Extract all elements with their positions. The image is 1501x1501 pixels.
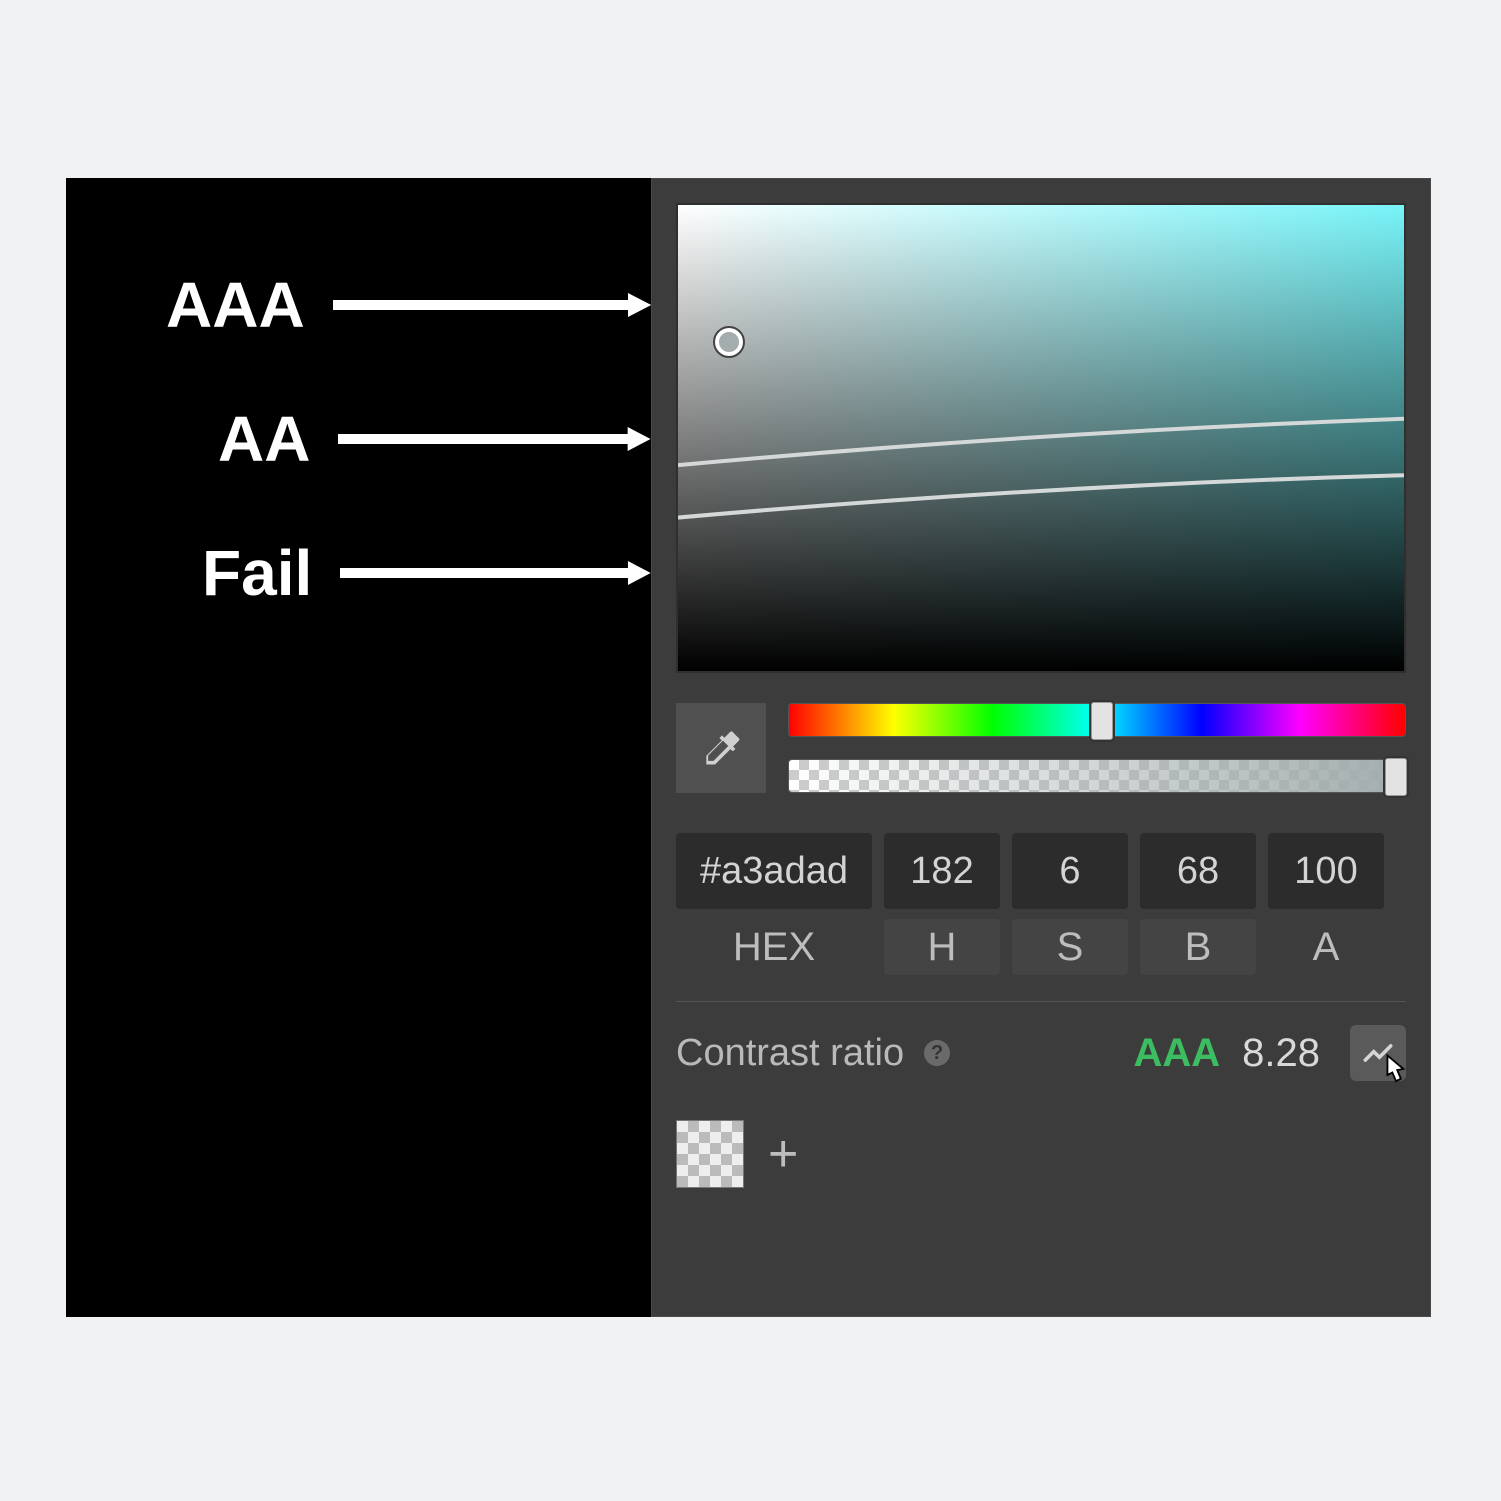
hue-field[interactable]: 182 — [884, 833, 1000, 909]
arrow-right-icon — [340, 558, 651, 588]
hue-slider-thumb[interactable] — [1089, 700, 1115, 742]
b-label[interactable]: B — [1140, 919, 1256, 975]
saturation-field[interactable]: 6 — [1012, 833, 1128, 909]
toggle-contrast-lines-button[interactable] — [1350, 1025, 1406, 1081]
add-swatch-button[interactable]: + — [768, 1124, 798, 1184]
alpha-slider-thumb[interactable] — [1383, 756, 1409, 798]
devtools-region: AAA AA Fail — [66, 178, 1431, 1317]
contrast-ratio-value: 8.28 — [1242, 1031, 1320, 1076]
value-fields: #a3adad 182 6 68 100 — [676, 833, 1406, 909]
swatch-row: + — [676, 1120, 1406, 1188]
contrast-ratio-label: Contrast ratio — [676, 1032, 904, 1075]
color-picker-panel: #a3adad 182 6 68 100 HEX H S B A Contras… — [651, 178, 1431, 1317]
slider-stack — [788, 703, 1406, 793]
annotation-aaa: AAA — [166, 268, 651, 342]
h-label[interactable]: H — [884, 919, 1000, 975]
a-label[interactable]: A — [1268, 919, 1384, 975]
hex-field[interactable]: #a3adad — [676, 833, 872, 909]
hue-slider[interactable] — [788, 703, 1406, 737]
arrow-right-icon — [338, 424, 651, 454]
picker-controls — [676, 703, 1406, 793]
brightness-field[interactable]: 68 — [1140, 833, 1256, 909]
empty-swatch[interactable] — [676, 1120, 744, 1188]
annotations: AAA AA Fail — [66, 178, 651, 1317]
annotation-aa: AA — [166, 402, 651, 476]
contrast-lines-icon — [1361, 1036, 1395, 1070]
s-label[interactable]: S — [1012, 919, 1128, 975]
hex-label[interactable]: HEX — [676, 919, 872, 975]
spectrum-dark-layer — [678, 205, 1404, 671]
eyedropper-icon — [699, 726, 743, 770]
contrast-rating-badge: AAA — [1133, 1031, 1220, 1076]
alpha-slider[interactable] — [788, 759, 1406, 793]
value-field-labels: HEX H S B A — [676, 919, 1406, 975]
annotation-fail-label: Fail — [202, 536, 312, 610]
arrow-right-icon — [333, 290, 651, 320]
divider — [676, 1001, 1406, 1002]
alpha-field[interactable]: 100 — [1268, 833, 1384, 909]
color-spectrum[interactable] — [676, 203, 1406, 673]
contrast-ratio-row: Contrast ratio ? AAA 8.28 — [676, 1024, 1406, 1082]
help-icon[interactable]: ? — [924, 1040, 950, 1066]
eyedropper-button[interactable] — [676, 703, 766, 793]
annotation-aaa-label: AAA — [166, 268, 305, 342]
annotation-aa-label: AA — [218, 402, 310, 476]
annotation-fail: Fail — [166, 536, 651, 610]
